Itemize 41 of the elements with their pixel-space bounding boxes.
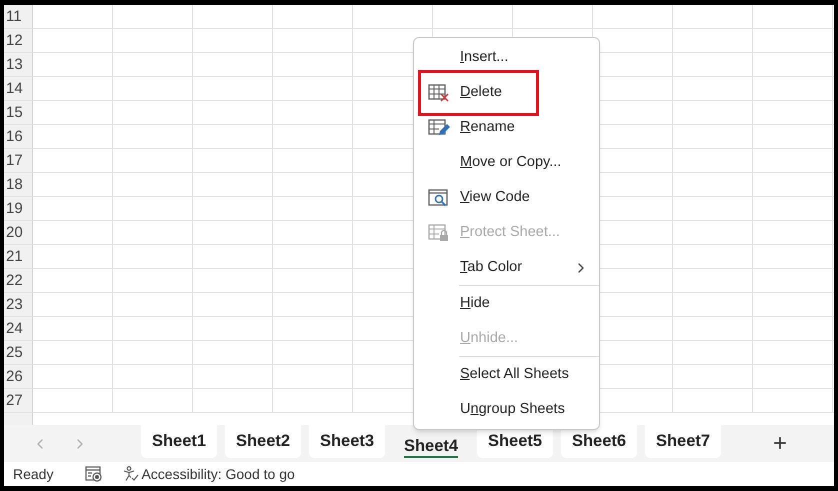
row-number[interactable]: 27	[4, 389, 33, 412]
row-number[interactable]: 17	[4, 149, 33, 172]
menu-item[interactable]: Delete	[414, 75, 599, 110]
row-number[interactable]: 23	[4, 293, 33, 316]
menu-item[interactable]: Move or Copy...	[414, 145, 599, 180]
row-number[interactable]: 25	[4, 341, 33, 364]
sheet-tab[interactable]: Sheet1	[141, 425, 217, 458]
window-magnifier-icon	[428, 188, 450, 206]
row-number[interactable]: 12	[4, 29, 33, 52]
status-text: Ready	[13, 464, 54, 484]
row-number[interactable]: 21	[4, 245, 33, 268]
row-number[interactable]: 19	[4, 197, 33, 220]
menu-item[interactable]: Ungroup Sheets	[414, 392, 599, 427]
table-lock-icon	[428, 224, 450, 242]
sheet-tab[interactable]: Sheet7	[645, 425, 721, 458]
macro-record-icon[interactable]	[85, 466, 104, 482]
row-number[interactable]: 24	[4, 317, 33, 340]
row-number[interactable]: 22	[4, 269, 33, 292]
sheet-tab[interactable]: Sheet3	[309, 425, 385, 458]
menu-item[interactable]: View Code	[414, 180, 599, 215]
accessibility-status-button[interactable]: Accessibility: Good to go	[123, 464, 295, 484]
row-number[interactable]: 11	[4, 5, 33, 28]
sheet-tab[interactable]: Sheet2	[225, 425, 301, 458]
menu-item[interactable]: Hide	[414, 286, 599, 321]
row-number[interactable]: 20	[4, 221, 33, 244]
row-number[interactable]: 14	[4, 77, 33, 100]
table-delete-icon	[428, 84, 450, 102]
row-number[interactable]: 13	[4, 53, 33, 76]
row-number[interactable]: 16	[4, 125, 33, 148]
sheet-tab[interactable]: Sheet6	[561, 425, 637, 458]
row-number[interactable]: 18	[4, 173, 33, 196]
menu-item[interactable]: Rename	[414, 110, 599, 145]
row-number[interactable]: 15	[4, 101, 33, 124]
menu-item[interactable]: Select All Sheets	[414, 357, 599, 392]
table-pen-icon	[428, 118, 450, 136]
accessibility-icon	[123, 466, 140, 482]
row-header[interactable]	[4, 413, 33, 425]
menu-item[interactable]: Tab Color	[414, 250, 599, 285]
menu-item[interactable]: Insert...	[414, 40, 599, 75]
row-number[interactable]: 26	[4, 365, 33, 388]
add-sheet-button[interactable]: +	[773, 432, 788, 456]
